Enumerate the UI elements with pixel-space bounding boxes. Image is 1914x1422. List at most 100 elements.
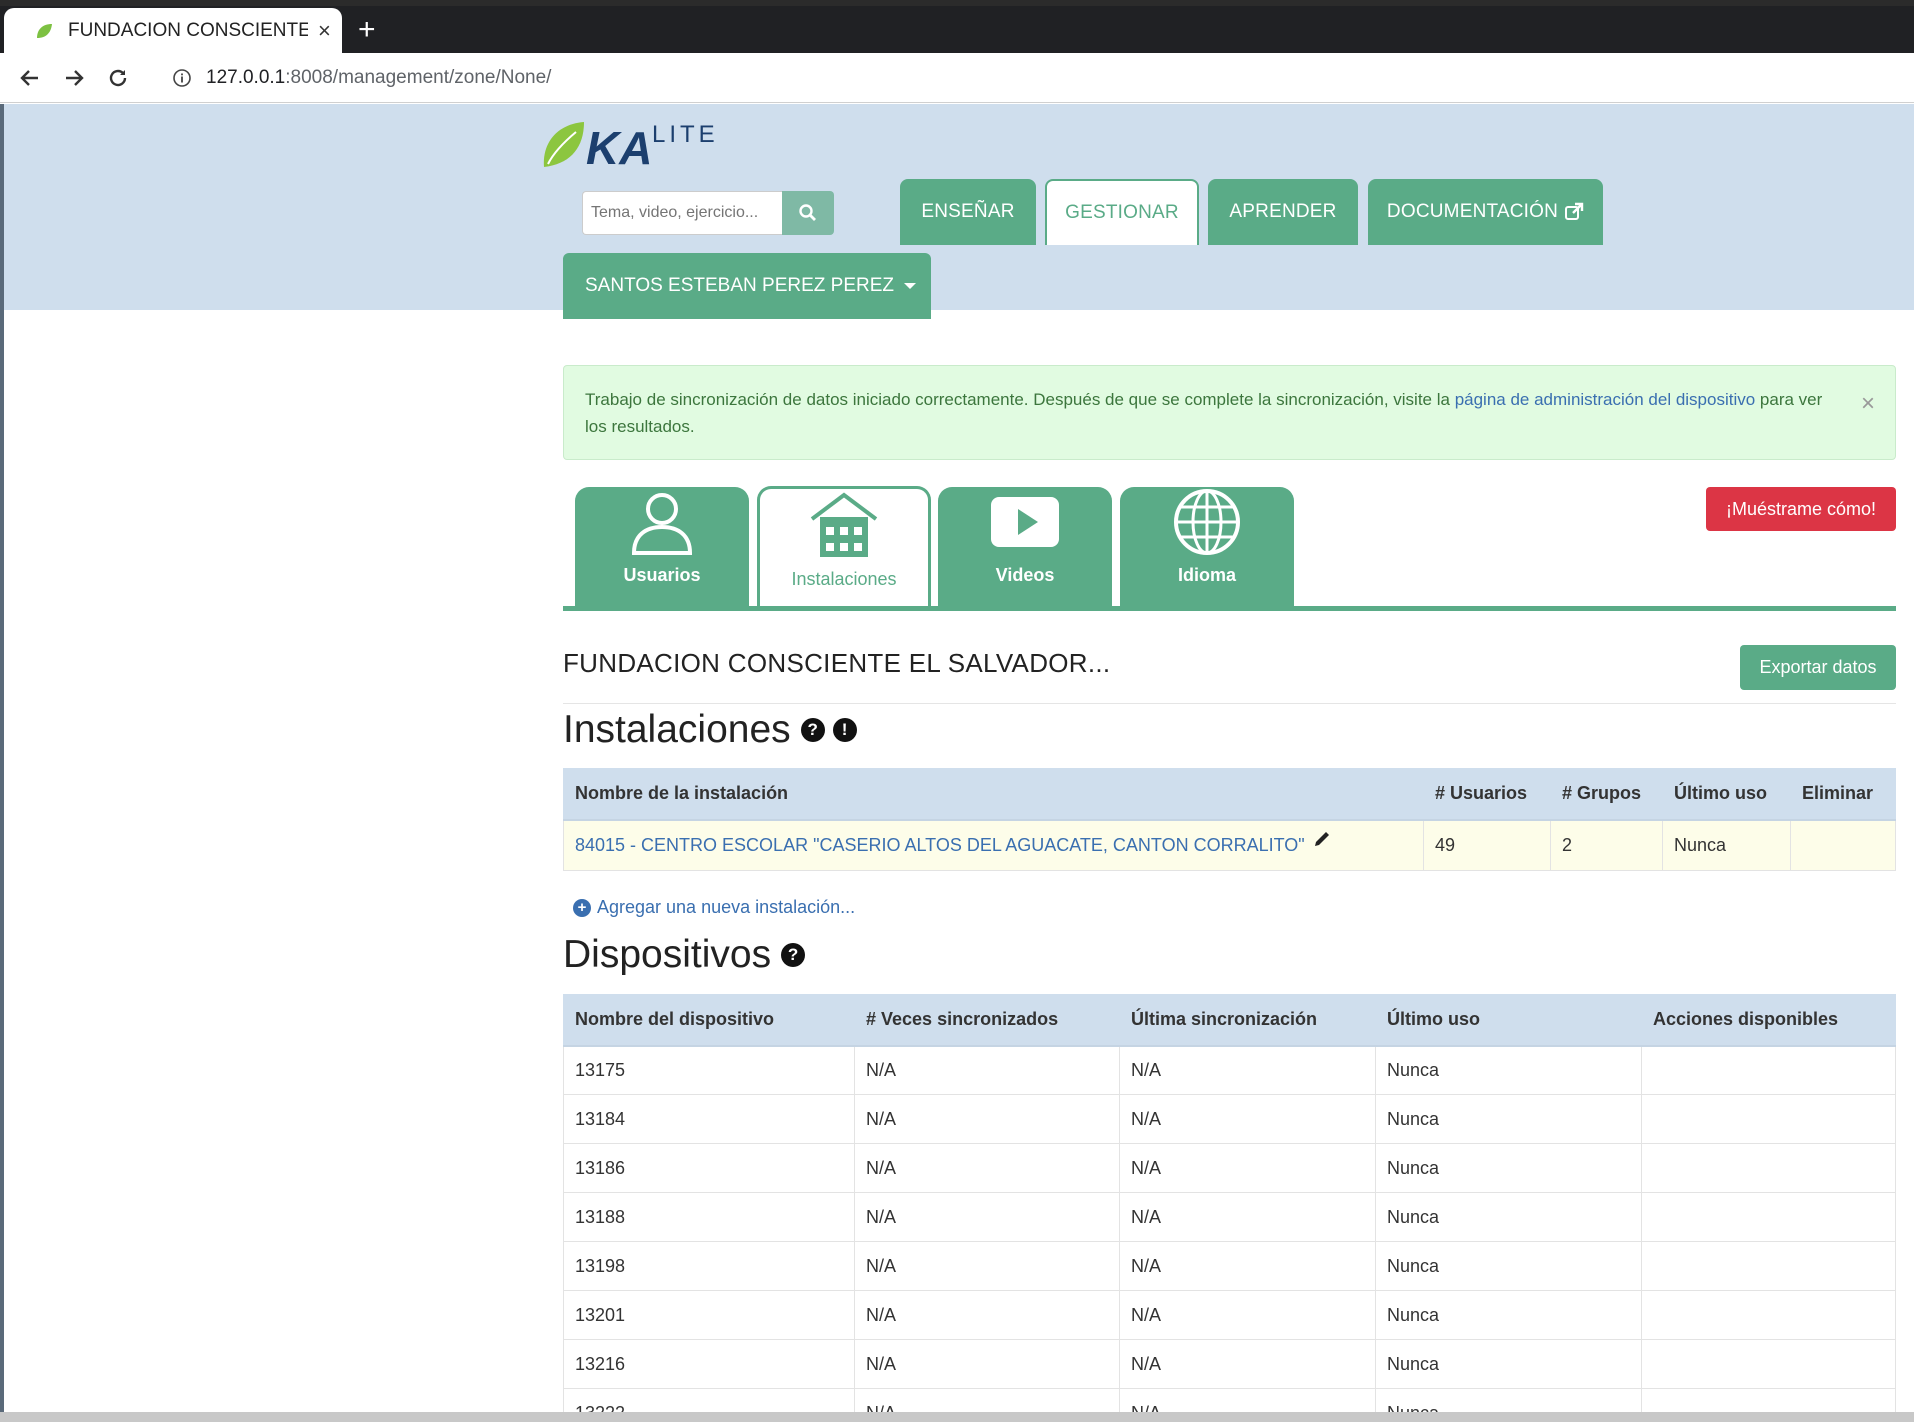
device-last-sync: N/A	[1119, 1192, 1376, 1242]
zone-title: FUNDACION CONSCIENTE EL SALVADOR...	[563, 648, 1111, 678]
device-name: 13198	[563, 1241, 855, 1291]
col-sync-count[interactable]: # Veces sincronizados	[854, 994, 1120, 1047]
facility-last-used-cell: Nunca	[1662, 819, 1791, 871]
facility-link[interactable]: 84015 - CENTRO ESCOLAR "CASERIO ALTOS DE…	[575, 835, 1305, 855]
nav-gestionar[interactable]: GESTIONAR	[1045, 179, 1199, 245]
tab-idioma[interactable]: Idioma	[1120, 487, 1294, 606]
device-last-used: Nunca	[1375, 1192, 1642, 1242]
site-info-icon[interactable]	[172, 68, 192, 88]
table-row: 13216 N/A N/A Nunca	[563, 1339, 1896, 1389]
tab-videos-label: Videos	[995, 565, 1055, 585]
globe-icon	[1174, 489, 1240, 555]
tab-close-icon[interactable]: ×	[318, 18, 331, 44]
sync-success-alert: Trabajo de sincronización de datos inici…	[563, 365, 1896, 460]
back-icon[interactable]	[16, 64, 44, 92]
devices-header-row: Nombre del dispositivo # Veces sincroniz…	[563, 994, 1896, 1047]
tab-usuarios[interactable]: Usuarios	[575, 487, 749, 606]
plus-circle-icon: +	[573, 898, 591, 917]
device-actions	[1641, 1192, 1896, 1242]
nav-documentacion-label: DOCUMENTACIÓN	[1386, 201, 1559, 222]
facilities-header-row: Nombre de la instalación # Usuarios # Gr…	[563, 768, 1896, 821]
user-menu-dropdown[interactable]: SANTOS ESTEBAN PEREZ PEREZ	[563, 253, 931, 319]
device-sync-count: N/A	[854, 1094, 1120, 1144]
facility-delete-cell	[1790, 819, 1896, 871]
device-actions	[1641, 1241, 1896, 1291]
nav-ensenar[interactable]: ENSEÑAR	[900, 179, 1036, 245]
device-last-sync: N/A	[1119, 1045, 1376, 1095]
table-row: 13201 N/A N/A Nunca	[563, 1290, 1896, 1340]
alert-close-icon[interactable]: ×	[1861, 390, 1875, 417]
add-facility-label: Agregar una nueva instalación...	[597, 897, 856, 917]
col-last-sync[interactable]: Última sincronización	[1119, 994, 1376, 1047]
tabs-underline	[563, 606, 1896, 611]
forward-icon[interactable]	[60, 64, 88, 92]
add-facility-link[interactable]: + Agregar una nueva instalación...	[573, 897, 855, 918]
device-sync-count: N/A	[854, 1143, 1120, 1193]
device-last-used: Nunca	[1375, 1094, 1642, 1144]
url-field[interactable]: 127.0.0.1:8008/management/zone/None/	[206, 67, 551, 89]
facility-groups-cell: 2	[1550, 819, 1663, 871]
facilities-heading-text: Instalaciones	[563, 708, 791, 751]
device-admin-link[interactable]: página de administración del dispositivo	[1455, 390, 1756, 409]
device-sync-count: N/A	[854, 1241, 1120, 1291]
col-device-name[interactable]: Nombre del dispositivo	[563, 994, 855, 1047]
leaf-favicon-icon	[37, 23, 52, 38]
user-icon	[631, 493, 693, 555]
col-facility-name[interactable]: Nombre de la instalación	[563, 768, 1424, 821]
nav-aprender[interactable]: APRENDER	[1208, 179, 1358, 245]
pencil-icon[interactable]	[1312, 829, 1332, 849]
device-name: 13201	[563, 1290, 855, 1340]
help-icon[interactable]: ?	[800, 718, 825, 742]
browser-tabstrip: FUNDACION CONSCIENTE × +	[0, 0, 1914, 53]
warning-icon[interactable]: !	[832, 718, 857, 742]
help-icon[interactable]: ?	[781, 943, 806, 967]
window-titlebar	[0, 0, 1914, 6]
url-path: :8008/management/zone/None/	[285, 66, 552, 88]
search-bar	[582, 191, 834, 235]
device-last-sync: N/A	[1119, 1339, 1376, 1389]
alert-text-before: Trabajo de sincronización de datos inici…	[585, 390, 1455, 409]
video-play-icon	[991, 497, 1059, 547]
device-last-used: Nunca	[1375, 1241, 1642, 1291]
device-actions	[1641, 1143, 1896, 1193]
nav-documentacion[interactable]: DOCUMENTACIÓN	[1368, 179, 1603, 245]
device-last-used: Nunca	[1375, 1143, 1642, 1193]
col-actions: Acciones disponibles	[1641, 994, 1896, 1047]
device-name: 13188	[563, 1192, 855, 1242]
table-row: 13186 N/A N/A Nunca	[563, 1143, 1896, 1193]
facilities-table: Nombre de la instalación # Usuarios # Gr…	[563, 768, 1896, 871]
tab-instalaciones-label: Instalaciones	[791, 569, 897, 589]
show-me-how-button[interactable]: ¡Muéstrame cómo!	[1706, 487, 1896, 531]
search-input[interactable]	[582, 191, 782, 235]
browser-tab[interactable]: FUNDACION CONSCIENTE ×	[4, 8, 342, 53]
tab-videos[interactable]: Videos	[938, 487, 1112, 606]
external-link-icon	[1565, 202, 1584, 220]
table-row: 13188 N/A N/A Nunca	[563, 1192, 1896, 1242]
col-last-used[interactable]: Último uso	[1662, 768, 1791, 821]
search-button[interactable]	[782, 191, 834, 235]
tab-usuarios-label: Usuarios	[623, 565, 701, 585]
ka-lite-logo[interactable]: KA LITE	[540, 112, 740, 172]
col-groups[interactable]: # Grupos	[1550, 768, 1663, 821]
device-last-sync: N/A	[1119, 1094, 1376, 1144]
browser-tab-title: FUNDACION CONSCIENTE	[68, 19, 308, 41]
col-users[interactable]: # Usuarios	[1423, 768, 1551, 821]
facility-users-cell: 49	[1423, 819, 1551, 871]
col-device-last-used[interactable]: Último uso	[1375, 994, 1642, 1047]
table-row: 13175 N/A N/A Nunca	[563, 1045, 1896, 1095]
device-name: 13175	[563, 1045, 855, 1095]
device-name: 13186	[563, 1143, 855, 1193]
tab-instalaciones[interactable]: Instalaciones	[757, 486, 931, 610]
search-icon	[799, 204, 816, 221]
device-name: 13184	[563, 1094, 855, 1144]
reload-icon[interactable]	[104, 64, 132, 92]
device-actions	[1641, 1339, 1896, 1389]
facility-name-cell: 84015 - CENTRO ESCOLAR "CASERIO ALTOS DE…	[563, 819, 1424, 871]
device-name: 13216	[563, 1339, 855, 1389]
device-sync-count: N/A	[854, 1339, 1120, 1389]
new-tab-icon[interactable]: +	[358, 12, 376, 48]
device-actions	[1641, 1290, 1896, 1340]
devices-heading: Dispositivos ?	[563, 933, 806, 977]
export-data-button[interactable]: Exportar datos	[1740, 645, 1896, 690]
bottom-edge	[0, 1412, 1914, 1422]
